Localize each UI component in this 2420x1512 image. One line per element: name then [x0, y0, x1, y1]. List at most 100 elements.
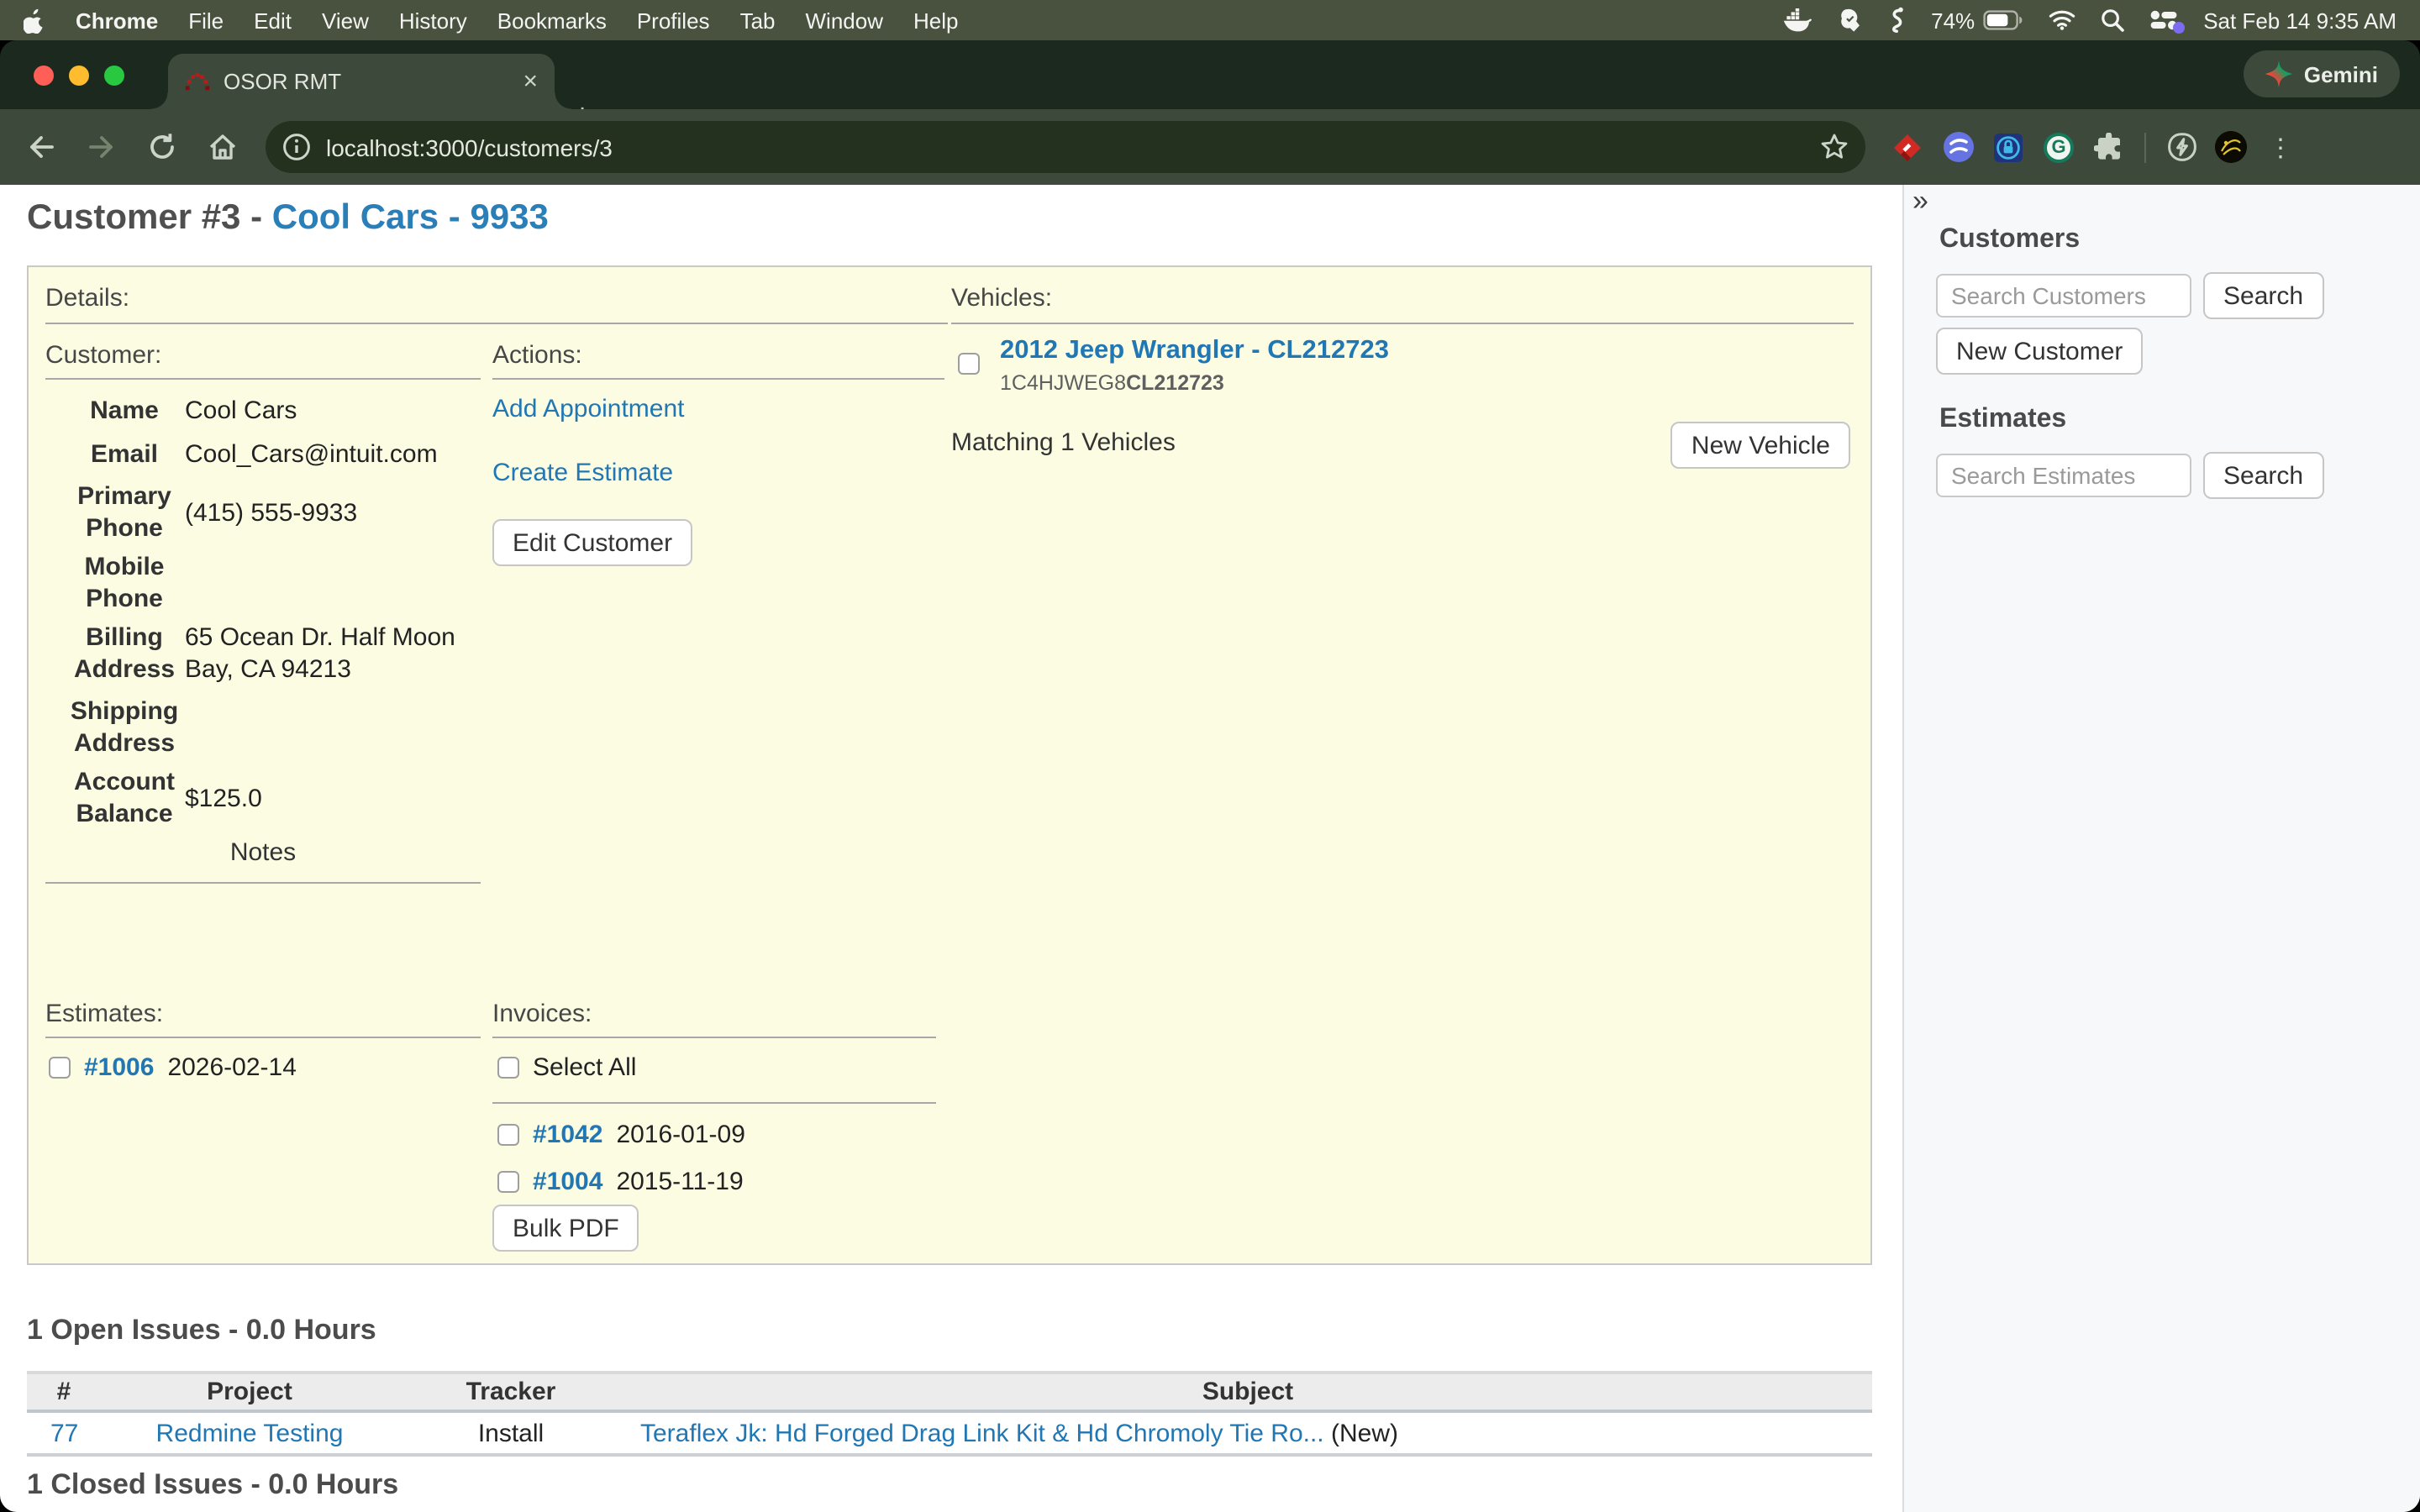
lock-extension-icon[interactable]: [1991, 130, 2025, 164]
spotlight-search-icon[interactable]: [2101, 8, 2124, 32]
divider: [45, 378, 481, 380]
menu-item-file[interactable]: File: [188, 8, 224, 33]
search-estimates-input[interactable]: [1936, 454, 2191, 497]
field-label: Name: [69, 395, 180, 427]
page-content: Customer #3 - Cool Cars - 9933 Details: …: [0, 185, 2420, 1512]
forward-icon[interactable]: [81, 127, 121, 167]
window-close-button[interactable]: [34, 66, 54, 86]
menu-item-tab[interactable]: Tab: [740, 8, 776, 33]
browser-toolbar: localhost:3000/customers/3 G: [0, 109, 2420, 185]
field-value: 65 Ocean Dr. Half Moon Bay, CA 94213: [185, 622, 484, 685]
extensions-puzzle-icon[interactable]: [2092, 130, 2126, 164]
sidebar-estimates-heading: Estimates: [1939, 405, 2066, 435]
divider: [951, 323, 1854, 324]
menu-item-edit[interactable]: Edit: [254, 8, 292, 33]
estimate-link[interactable]: #1006: [84, 1053, 154, 1082]
control-center-icon[interactable]: [2149, 10, 2178, 30]
menu-item-profiles[interactable]: Profiles: [637, 8, 710, 33]
invoice-link[interactable]: #1004: [533, 1168, 602, 1196]
window-minimize-button[interactable]: [69, 66, 89, 86]
gemini-button[interactable]: Gemini: [2244, 50, 2400, 97]
create-estimate-link[interactable]: Create Estimate: [492, 459, 673, 487]
gemini-sparkle-icon: [2265, 60, 2292, 87]
hand-icon[interactable]: [1837, 8, 1862, 33]
battery-icon[interactable]: [1983, 10, 2023, 30]
home-icon[interactable]: [202, 127, 242, 167]
tab-close-icon[interactable]: ×: [523, 69, 538, 94]
menu-item-help[interactable]: Help: [913, 8, 959, 33]
estimate-date: 2026-02-14: [167, 1053, 296, 1082]
customer-details-panel: Details: Vehicles: Customer: Actions: Na…: [27, 265, 1872, 1265]
field-value: Cool_Cars@intuit.com: [185, 438, 484, 470]
search-customers-input[interactable]: [1936, 274, 2191, 318]
issue-status: (New): [1331, 1419, 1398, 1447]
bulk-pdf-button[interactable]: Bulk PDF: [492, 1205, 639, 1252]
screen: Chrome File Edit View History Bookmarks …: [0, 0, 2420, 1512]
browser-tab[interactable]: OSOR RMT ×: [168, 54, 555, 109]
vehicles-section-header: Vehicles:: [951, 284, 1052, 312]
divider: [492, 378, 944, 380]
menu-item-window[interactable]: Window: [806, 8, 884, 33]
vehicle-checkbox[interactable]: [958, 353, 980, 375]
invoice-checkbox[interactable]: [497, 1171, 519, 1193]
add-appointment-link[interactable]: Add Appointment: [492, 395, 685, 423]
url-text: localhost:3000/customers/3: [326, 134, 1820, 160]
red-extension-icon[interactable]: [1891, 130, 1924, 164]
omnibox[interactable]: localhost:3000/customers/3: [266, 121, 1865, 173]
collapse-sidebar-icon[interactable]: »: [1912, 185, 1928, 218]
new-customer-button[interactable]: New Customer: [1936, 328, 2143, 375]
wifi-icon[interactable]: [2049, 10, 2075, 30]
search-estimates-button[interactable]: Search: [2203, 452, 2323, 499]
field-label: Billing Address: [69, 622, 180, 685]
field-label: Mobile Phone: [69, 551, 180, 615]
seahorse-icon[interactable]: [1887, 7, 1906, 34]
apple-logo-icon[interactable]: [24, 8, 45, 33]
more-menu-icon[interactable]: ⋮: [2264, 130, 2297, 164]
customer-name-link[interactable]: Cool Cars - 9933: [272, 198, 549, 237]
select-all-checkbox[interactable]: [497, 1057, 519, 1079]
stripes-extension-icon[interactable]: [1941, 130, 1975, 164]
select-all-label: Select All: [533, 1053, 636, 1082]
col-header-tracker: Tracker: [398, 1378, 623, 1406]
window-zoom-button[interactable]: [104, 66, 124, 86]
estimate-row: #1006 2026-02-14: [49, 1053, 297, 1082]
profile-avatar[interactable]: [2215, 131, 2247, 163]
macos-menu-bar: Chrome File Edit View History Bookmarks …: [0, 0, 2420, 40]
menu-item-view[interactable]: View: [322, 8, 369, 33]
search-customers-button[interactable]: Search: [2203, 272, 2323, 319]
grammarly-icon[interactable]: G: [2042, 130, 2075, 164]
field-label: Email: [69, 438, 180, 470]
issue-subject-link[interactable]: Teraflex Jk: Hd Forged Drag Link Kit & H…: [640, 1419, 1324, 1447]
menu-item-history[interactable]: History: [399, 8, 467, 33]
site-info-icon[interactable]: [282, 133, 311, 161]
issue-project-link[interactable]: Redmine Testing: [156, 1419, 344, 1447]
browser-window: OSOR RMT × + Gemini: [0, 40, 2420, 1512]
invoice-date: 2016-01-09: [616, 1121, 744, 1149]
field-value: Cool Cars: [185, 395, 484, 427]
menu-bar-clock[interactable]: Sat Feb 14 9:35 AM: [2203, 8, 2396, 33]
back-icon[interactable]: [20, 127, 60, 167]
menu-item-chrome[interactable]: Chrome: [76, 8, 158, 33]
select-all-row: Select All: [497, 1053, 636, 1082]
estimate-checkbox[interactable]: [49, 1057, 71, 1079]
bookmark-star-icon[interactable]: [1820, 133, 1849, 161]
col-header-project: Project: [101, 1378, 398, 1406]
new-vehicle-button[interactable]: New Vehicle: [1671, 422, 1850, 469]
menu-item-bookmarks[interactable]: Bookmarks: [497, 8, 607, 33]
field-value: $125.0: [185, 783, 484, 815]
closed-issues-heading: 1 Closed Issues - 0.0 Hours: [27, 1468, 398, 1502]
docker-icon[interactable]: [1783, 8, 1812, 32]
battery-saver-leaf-icon[interactable]: [2165, 130, 2198, 164]
divider: [492, 1037, 936, 1038]
invoice-checkbox[interactable]: [497, 1124, 519, 1146]
invoice-link[interactable]: #1042: [533, 1121, 602, 1149]
page-title: Customer #3 - Cool Cars - 9933: [27, 198, 549, 239]
grammarly-g: G: [2044, 132, 2074, 162]
reload-icon[interactable]: [141, 127, 182, 167]
edit-customer-button[interactable]: Edit Customer: [492, 519, 692, 566]
issue-id-link[interactable]: 77: [50, 1419, 78, 1447]
vehicle-link[interactable]: 2012 Jeep Wrangler - CL212723: [1000, 336, 1389, 366]
divider: [45, 1037, 481, 1038]
tab-strip: OSOR RMT × + Gemini: [0, 40, 2420, 109]
invoice-date: 2015-11-19: [616, 1168, 743, 1196]
